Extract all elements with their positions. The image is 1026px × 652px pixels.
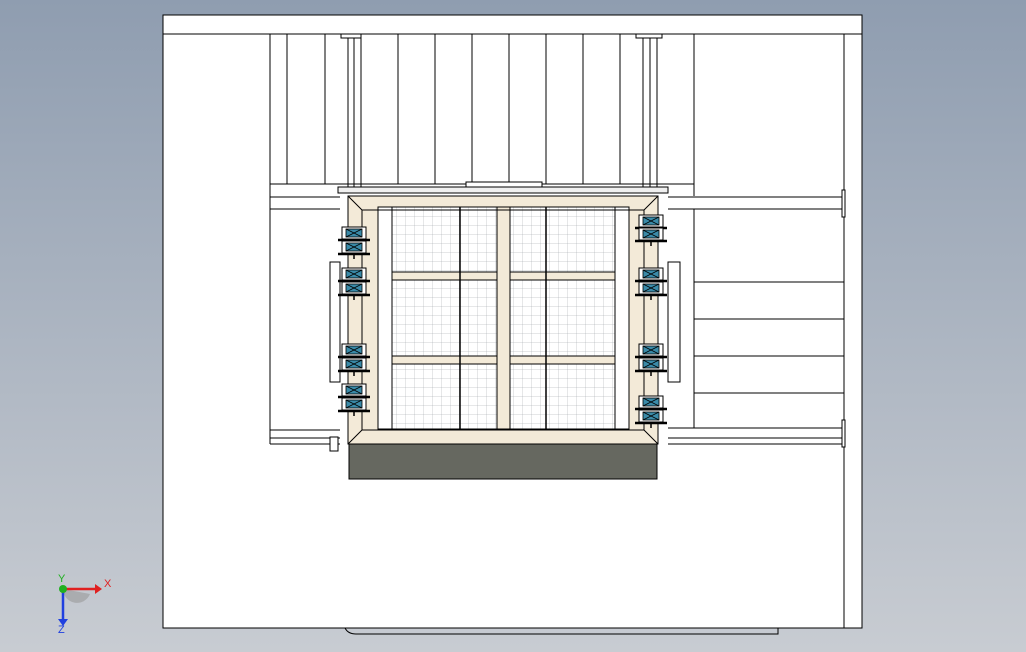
triad-shadow — [63, 589, 90, 603]
y-axis-dot — [59, 585, 67, 593]
x-axis-arrowhead — [95, 584, 102, 594]
base-block — [348, 443, 658, 480]
coordinate-triad: X Y Z — [58, 573, 112, 634]
z-axis-label: Z — [58, 624, 65, 634]
x-axis-label: X — [104, 578, 112, 590]
main-frame — [347, 195, 659, 445]
cad-viewport[interactable] — [0, 0, 1026, 652]
y-axis-label: Y — [58, 573, 66, 585]
